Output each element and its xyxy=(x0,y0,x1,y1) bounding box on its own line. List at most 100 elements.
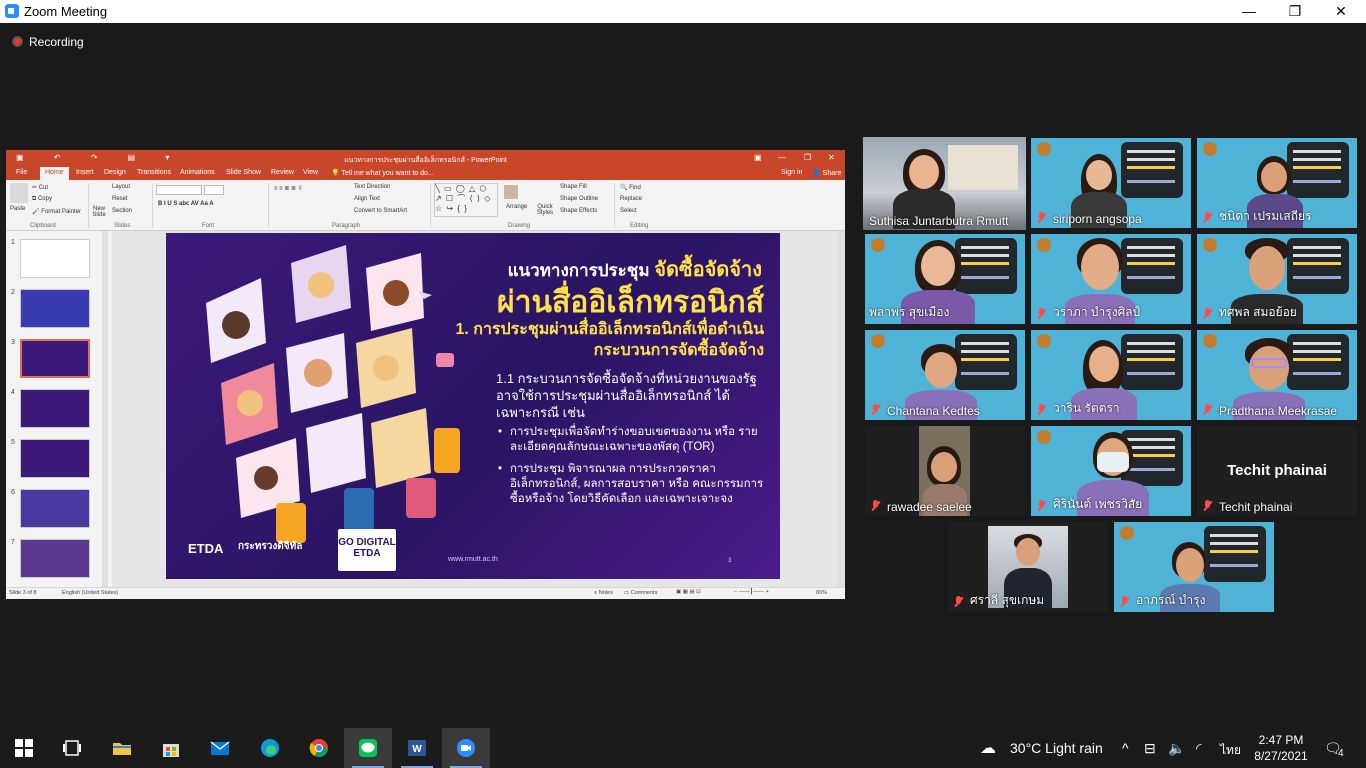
tab-slide-show[interactable]: Slide Show xyxy=(226,169,261,176)
slide-thumbnail[interactable] xyxy=(20,489,90,528)
new-slide-button[interactable]: New Slide xyxy=(92,206,106,218)
tab-design[interactable]: Design xyxy=(104,169,126,176)
zoom-level[interactable]: 80% xyxy=(816,590,827,596)
tell-me-box[interactable]: 💡 Tell me what you want to do... xyxy=(331,169,434,177)
shapes-gallery[interactable]: ╲ ▭ ◯ △ ⬡ ↗ ☐ ⌒ ⟨ ⟩ ◇ ☆ ↪ { } xyxy=(434,183,498,217)
share-button[interactable]: 👤 Share xyxy=(812,169,841,177)
tab-file[interactable]: File xyxy=(16,169,27,176)
line-button[interactable] xyxy=(344,728,392,768)
edge-button[interactable] xyxy=(246,728,294,768)
file-explorer-button[interactable] xyxy=(98,728,146,768)
chrome-button[interactable] xyxy=(295,728,343,768)
text-direction-button[interactable]: Text Direction xyxy=(354,184,390,190)
align-text-button[interactable]: Align Text xyxy=(354,196,380,202)
font-name-select[interactable] xyxy=(156,185,202,195)
task-view-icon xyxy=(63,740,81,756)
recording-indicator[interactable]: Recording xyxy=(12,35,84,49)
list-buttons[interactable]: ≡ ≡ ≣ ≣ ⇳ xyxy=(274,185,303,192)
participant-tile[interactable]: ทศพล สมอย้อย xyxy=(1197,234,1357,324)
ppt-maximize-button[interactable]: ❐ xyxy=(804,153,811,162)
volume-icon[interactable]: 🔈 xyxy=(1168,740,1185,757)
virtual-background-board xyxy=(955,334,1017,390)
shape-effects-button[interactable]: Shape Effects xyxy=(560,208,597,214)
slide-illustration xyxy=(206,245,460,543)
participant-tile[interactable]: วาริน รัตตรา xyxy=(1031,330,1191,420)
replace-button[interactable]: Replace xyxy=(620,196,642,202)
participant-tile[interactable]: พลาพร สุขเมือง xyxy=(865,234,1025,324)
cut-button[interactable]: ✂ Cut xyxy=(32,184,48,191)
task-view-button[interactable] xyxy=(48,728,96,768)
copy-button[interactable]: ⧉ Copy xyxy=(32,196,52,203)
participant-tile[interactable]: Techit phainai Techit phainai xyxy=(1197,426,1357,516)
participant-tile[interactable]: siriporn angsopa xyxy=(1031,138,1191,228)
comments-button[interactable]: ▭ Comments xyxy=(624,590,657,596)
section-button[interactable]: Section xyxy=(112,208,132,214)
weather-text[interactable]: 30°C Light rain xyxy=(1010,740,1103,756)
tab-transitions[interactable]: Transitions xyxy=(137,169,171,176)
select-button[interactable]: Select xyxy=(620,208,637,214)
tab-view[interactable]: View xyxy=(303,169,318,176)
store-button[interactable] xyxy=(147,728,195,768)
participant-tile[interactable]: ชนิดา เปรมเสถียร xyxy=(1197,138,1357,228)
ppt-close-button[interactable]: ✕ xyxy=(828,153,835,162)
convert-smartart-button[interactable]: Convert to SmartArt xyxy=(354,208,407,214)
format-painter-button[interactable]: 🖌 Format Painter xyxy=(32,208,81,215)
participant-tile[interactable]: ศราลี สุขเกษม xyxy=(948,522,1108,612)
paste-icon[interactable] xyxy=(10,183,28,203)
arrange-icon[interactable] xyxy=(504,185,518,199)
view-buttons[interactable]: ▣ ▦ ▤ ⊡ xyxy=(676,589,701,595)
language-indicator[interactable]: ไทย xyxy=(1220,741,1241,760)
shape-fill-button[interactable]: Shape Fill xyxy=(560,184,587,190)
slide-thumbnail[interactable] xyxy=(20,539,90,578)
participant-face xyxy=(1249,346,1289,390)
find-button[interactable]: 🔍 Find xyxy=(620,184,641,191)
show-hidden-icons-icon[interactable]: ^ xyxy=(1122,740,1129,756)
zoom-button[interactable] xyxy=(442,728,490,768)
wifi-icon[interactable]: ◜ xyxy=(1196,740,1201,757)
tab-review[interactable]: Review xyxy=(271,169,294,176)
slide-thumbnail[interactable] xyxy=(20,239,90,278)
system-clock[interactable]: 2:47 PM 8/27/2021 xyxy=(1246,732,1316,764)
arrange-button[interactable]: Arrange xyxy=(506,204,527,210)
maximize-button[interactable]: ❐ xyxy=(1272,0,1318,23)
reset-button[interactable]: Reset xyxy=(112,196,128,202)
font-style-buttons[interactable]: B I U S abc AV Aa A xyxy=(158,201,214,207)
canvas-scrollbar[interactable] xyxy=(837,231,845,587)
ppt-minimize-button[interactable]: — xyxy=(778,153,786,162)
participant-tile[interactable]: Pradthana Meekrasae xyxy=(1197,330,1357,420)
university-logo-icon xyxy=(1203,334,1217,348)
shape-outline-button[interactable]: Shape Outline xyxy=(560,196,598,202)
university-logo-icon xyxy=(1037,238,1051,252)
participant-tile[interactable]: Chantana Kedtes xyxy=(865,330,1025,420)
weather-cloud-icon[interactable]: ☁ xyxy=(980,738,996,758)
tab-animations[interactable]: Animations xyxy=(180,169,215,176)
tab-home[interactable]: Home xyxy=(40,167,69,180)
comments-label: Comments xyxy=(630,590,658,596)
slide-thumbnail[interactable] xyxy=(20,389,90,428)
participant-tile[interactable]: Suthisa Juntarbutra Rmutt xyxy=(863,137,1026,230)
sign-in-link[interactable]: Sign in xyxy=(781,169,802,176)
participant-tile[interactable]: อาภรณ์ บำรุง xyxy=(1114,522,1274,612)
font-size-select[interactable] xyxy=(204,185,224,195)
slide-thumbnail[interactable] xyxy=(20,439,90,478)
language-indicator[interactable]: English (United States) xyxy=(62,590,118,596)
minimize-button[interactable]: — xyxy=(1226,0,1272,23)
close-button[interactable]: ✕ xyxy=(1318,0,1364,23)
zoom-slider[interactable]: − ——┃—— + xyxy=(734,589,769,595)
tab-insert[interactable]: Insert xyxy=(76,169,94,176)
slide-thumbnail-selected[interactable] xyxy=(20,339,90,378)
participant-tile[interactable]: ศิรินันต์ เพชรวิสัย xyxy=(1031,426,1191,516)
word-button[interactable]: W xyxy=(393,728,441,768)
paste-button[interactable]: Paste xyxy=(10,206,25,212)
network-icon[interactable]: ⊟ xyxy=(1144,740,1156,757)
slide-thumbnail[interactable] xyxy=(20,289,90,328)
layout-button[interactable]: Layout xyxy=(112,184,130,190)
mail-button[interactable] xyxy=(196,728,244,768)
participant-tile[interactable]: วราภา บำรุงศิลป์ xyxy=(1031,234,1191,324)
thumbnail-scrollbar[interactable] xyxy=(102,231,108,587)
participant-tile[interactable]: rawadee saelee xyxy=(865,426,1025,516)
notes-button[interactable]: ≡ Notes xyxy=(594,590,613,596)
start-button[interactable] xyxy=(0,728,48,768)
quick-styles-button[interactable]: Quick Styles xyxy=(534,204,556,216)
ppt-ribbon-options-icon[interactable]: ▣ xyxy=(754,153,762,162)
